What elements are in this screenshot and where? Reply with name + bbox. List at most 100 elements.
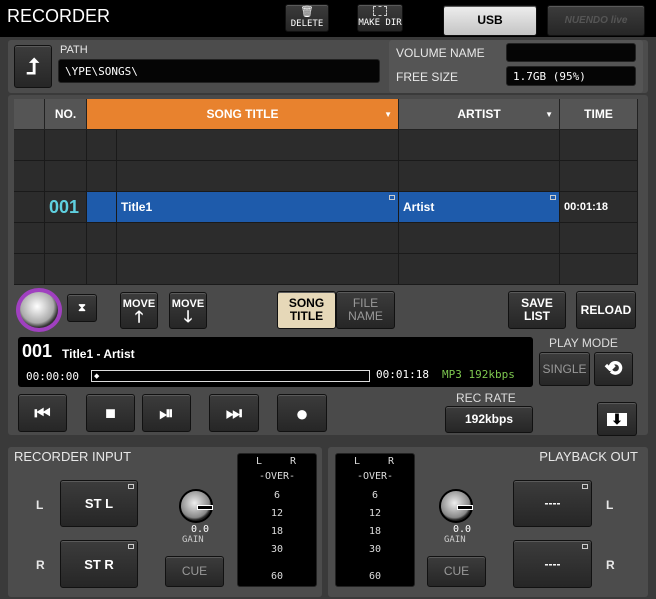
path-field: \YPE\SONGS\ — [58, 59, 380, 83]
single-mode-button[interactable]: SINGLE — [539, 352, 590, 386]
parent-folder-button[interactable]: ⮥ — [14, 45, 52, 88]
file-name-toggle[interactable]: FILE NAME — [336, 291, 395, 329]
progress-bar[interactable]: ◆ — [91, 370, 370, 382]
popup-icon — [582, 544, 588, 549]
output-r-patch-button[interactable]: ---- — [513, 540, 592, 588]
row-artist[interactable] — [399, 223, 560, 254]
move-down-button[interactable]: MOVE 🡓 — [169, 292, 207, 329]
row-number[interactable]: 001 — [45, 192, 87, 223]
repeat-button[interactable]: ⟲ — [594, 352, 633, 386]
previous-button[interactable]: ⏮ — [18, 394, 67, 432]
row-artist[interactable] — [399, 254, 560, 285]
sort-arrow-icon: ▼ — [545, 109, 553, 119]
input-l-patch-button[interactable]: ST L — [60, 480, 138, 527]
header-no[interactable]: NO. — [45, 99, 87, 129]
meter-scale-label: 18 — [368, 526, 382, 537]
record-button[interactable]: ● — [277, 394, 327, 432]
input-r-patch-button[interactable]: ST R — [60, 540, 138, 588]
tab-nuendo[interactable]: NUENDO live — [547, 5, 645, 36]
popup-icon — [128, 484, 134, 489]
input-level-meter: L R -OVER- 6 12 18 30 60 — [237, 453, 317, 587]
row-number[interactable] — [45, 254, 87, 285]
row-time[interactable] — [560, 254, 638, 285]
volume-name-label: VOLUME NAME — [396, 46, 485, 60]
move-up-button[interactable]: MOVE 🡑 — [120, 292, 158, 329]
row-artist[interactable] — [399, 130, 560, 161]
repeat-icon: ⟲ — [605, 357, 623, 380]
meter-scale-label: 60 — [270, 571, 284, 582]
rec-rate-button[interactable]: 192kbps — [445, 406, 533, 433]
row-blank[interactable] — [14, 254, 45, 285]
row-title[interactable] — [117, 130, 399, 161]
next-button[interactable]: ⏭ — [209, 394, 259, 432]
row-title[interactable]: Title1 — [117, 192, 399, 223]
row-sub[interactable] — [87, 130, 117, 161]
meter-r-label: R — [290, 456, 297, 467]
row-number[interactable] — [45, 130, 87, 161]
meter-scale-label: 60 — [368, 571, 382, 582]
eject-button[interactable]: ⬇ — [597, 402, 637, 436]
row-number[interactable] — [45, 161, 87, 192]
row-time[interactable] — [560, 223, 638, 254]
meter-scale-label: -OVER- — [258, 471, 296, 482]
row-time[interactable] — [560, 130, 638, 161]
meter-scale-label: 30 — [270, 544, 284, 555]
input-gain-value: 0.0 — [191, 524, 210, 535]
skip-back-icon: ⏮ — [34, 402, 51, 423]
header-time[interactable]: TIME — [560, 99, 638, 129]
meter-scale-label: 12 — [368, 508, 382, 519]
meter-scale-label: -OVER- — [356, 471, 394, 482]
row-time[interactable] — [560, 161, 638, 192]
popup-icon — [389, 195, 395, 200]
row-blank[interactable] — [14, 130, 45, 161]
header-artist[interactable]: ARTIST ▼ — [399, 99, 560, 129]
play-mode-label: PLAY MODE — [549, 336, 618, 350]
hourglass-button[interactable]: ⧗ — [67, 294, 97, 322]
rec-rate-label: REC RATE — [456, 391, 516, 405]
row-sub[interactable] — [87, 192, 117, 223]
row-blank[interactable] — [14, 223, 45, 254]
row-number[interactable] — [45, 223, 87, 254]
row-time[interactable]: 00:01:18 — [560, 192, 638, 223]
row-artist[interactable] — [399, 161, 560, 192]
output-gain-knob[interactable] — [439, 489, 473, 523]
output-l-patch-button[interactable]: ---- — [513, 480, 592, 527]
output-gain-value: 0.0 — [453, 524, 472, 535]
row-title[interactable] — [117, 223, 399, 254]
row-artist[interactable]: Artist — [399, 192, 560, 223]
meter-l-label: L — [354, 456, 361, 467]
row-blank[interactable] — [14, 192, 45, 223]
save-list-button[interactable]: SAVE LIST — [508, 291, 566, 329]
reload-button[interactable]: RELOAD — [576, 291, 636, 329]
make-dir-button[interactable]: MAKE DIR — [357, 4, 403, 32]
input-gain-label: GAIN — [182, 535, 204, 545]
output-level-meter: L R -OVER- 6 12 18 30 60 — [335, 453, 415, 587]
row-title[interactable] — [117, 254, 399, 285]
tab-usb[interactable]: USB — [443, 5, 537, 36]
row-sub[interactable] — [87, 254, 117, 285]
meter-scale-label: 18 — [270, 526, 284, 537]
song-title-toggle[interactable]: SONG TITLE — [277, 291, 336, 329]
input-l-label: L — [36, 498, 44, 512]
track-number: 001 — [22, 341, 53, 361]
elapsed-time: 00:00:00 — [26, 370, 79, 383]
free-size-field: 1.7GB (95%) — [506, 66, 636, 86]
popup-icon — [128, 544, 134, 549]
output-cue-button[interactable]: CUE — [427, 556, 486, 587]
row-sub[interactable] — [87, 161, 117, 192]
arrow-down-icon: 🡓 — [183, 308, 193, 326]
list-scroll-knob[interactable] — [16, 288, 62, 332]
popup-icon — [550, 195, 556, 200]
stop-button[interactable]: ■ — [86, 394, 135, 432]
header-song-title[interactable]: SONG TITLE ▼ — [87, 99, 399, 129]
play-pause-button[interactable]: ⏯ — [142, 394, 191, 432]
play-pause-icon: ⏯ — [159, 402, 174, 423]
up-arrow-icon: ⮥ — [26, 54, 40, 79]
meter-scale-label: 30 — [368, 544, 382, 555]
input-cue-button[interactable]: CUE — [165, 556, 224, 587]
delete-button[interactable]: 🗑 DELETE — [285, 4, 329, 32]
row-title[interactable] — [117, 161, 399, 192]
row-blank[interactable] — [14, 161, 45, 192]
row-sub[interactable] — [87, 223, 117, 254]
input-gain-knob[interactable] — [179, 489, 213, 523]
